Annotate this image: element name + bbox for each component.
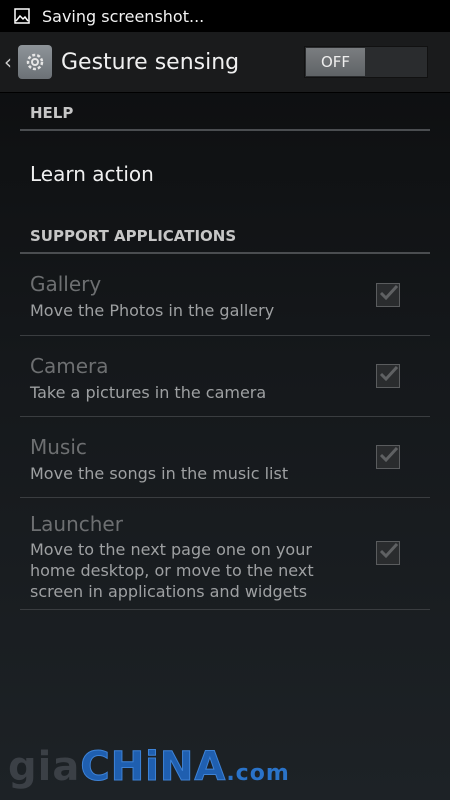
- launcher-checkbox[interactable]: [376, 541, 400, 565]
- page-title: Gesture sensing: [61, 49, 240, 75]
- section-header-support: SUPPORT APPLICATIONS: [20, 218, 430, 254]
- learn-action-label: Learn action: [30, 162, 154, 186]
- list-item-launcher[interactable]: Launcher Move to the next page one on yo…: [20, 498, 430, 610]
- item-title: Gallery: [30, 272, 102, 296]
- item-title: Music: [30, 435, 87, 459]
- list-item-camera[interactable]: Camera Take a pictures in the camera: [20, 336, 430, 417]
- check-icon: [379, 365, 399, 382]
- watermark-prefix: gia: [8, 744, 81, 790]
- item-summary: Move to the next page one on your home d…: [30, 540, 314, 601]
- section-label-support: SUPPORT APPLICATIONS: [30, 227, 237, 245]
- section-label-help: HELP: [30, 104, 74, 122]
- item-summary: Take a pictures in the camera: [30, 383, 267, 402]
- watermark-logo: giaCHiNA.com: [8, 744, 290, 791]
- status-bar: Saving screenshot...: [0, 0, 450, 32]
- back-chevron-icon[interactable]: ‹: [4, 50, 16, 74]
- item-title: Launcher: [30, 512, 123, 536]
- section-header-help: HELP: [20, 95, 430, 131]
- screenshot-icon: [14, 8, 30, 24]
- watermark-main: CHiNA: [80, 744, 227, 791]
- item-summary: Move the Photos in the gallery: [30, 301, 275, 320]
- item-summary: Move the songs in the music list: [30, 464, 289, 483]
- action-bar: ‹ Gesture sensing OFF: [0, 32, 450, 93]
- watermark-suffix: .com: [226, 761, 290, 786]
- check-icon: [379, 542, 399, 559]
- gesture-toggle-switch[interactable]: OFF: [304, 46, 428, 78]
- check-icon: [379, 446, 399, 463]
- learn-action-item[interactable]: Learn action: [20, 148, 430, 200]
- item-title: Camera: [30, 354, 109, 378]
- settings-gear-icon[interactable]: [18, 45, 52, 79]
- music-checkbox[interactable]: [376, 445, 400, 469]
- list-item-music[interactable]: Music Move the songs in the music list: [20, 417, 430, 498]
- gallery-checkbox[interactable]: [376, 283, 400, 307]
- check-icon: [379, 284, 399, 301]
- status-text: Saving screenshot...: [42, 6, 205, 26]
- camera-checkbox[interactable]: [376, 364, 400, 388]
- list-item-gallery[interactable]: Gallery Move the Photos in the gallery: [20, 254, 430, 336]
- toggle-state-label: OFF: [306, 48, 365, 76]
